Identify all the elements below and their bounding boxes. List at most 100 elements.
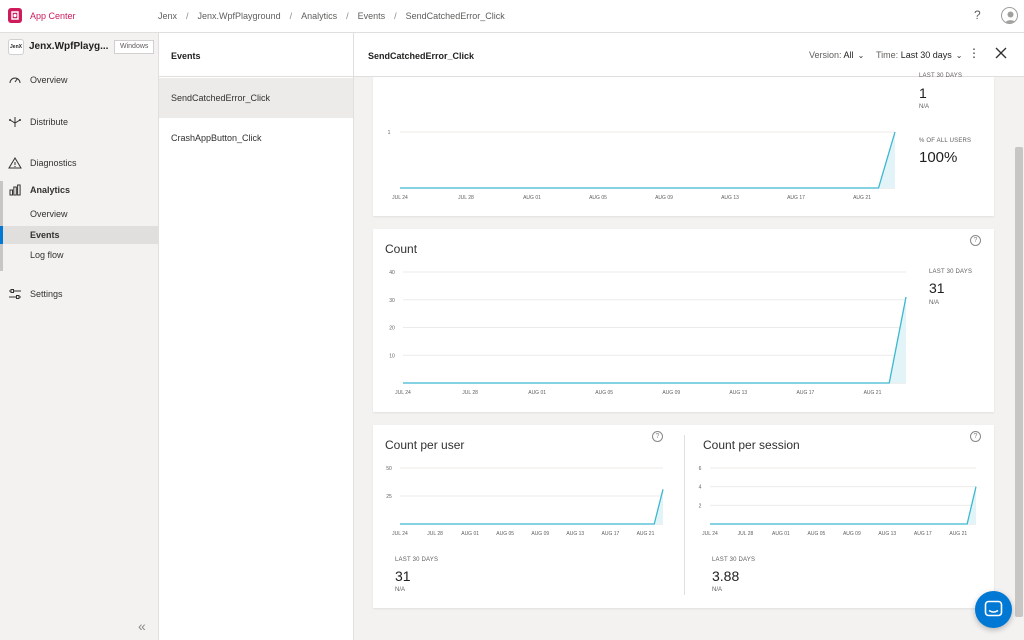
close-icon[interactable] xyxy=(994,46,1008,60)
event-list-item[interactable]: SendCatchedError_Click xyxy=(159,78,353,118)
y-tick-label: 1 xyxy=(388,130,391,136)
sidebar-item-overview[interactable]: Overview xyxy=(0,70,158,90)
area-fill xyxy=(403,296,906,383)
help-icon[interactable]: ? xyxy=(974,8,981,22)
y-tick-label: 30 xyxy=(389,298,395,304)
chevron-down-icon: ⌄ xyxy=(955,51,963,60)
y-tick-label: 6 xyxy=(699,466,702,472)
breadcrumb-separator: / xyxy=(289,11,293,21)
sidebar-subitem-log-flow[interactable]: Log flow xyxy=(0,246,158,264)
per-session-stat-value: 3.88 xyxy=(712,568,740,584)
pct-users-label: % OF ALL USERS xyxy=(919,138,972,144)
card-divider xyxy=(684,435,685,595)
count-stat-value: 31 xyxy=(929,280,945,296)
detail-header: SendCatchedError_Click Version: All ⌄ Tim… xyxy=(354,33,1024,77)
event-name: SendCatchedError_Click xyxy=(171,93,271,103)
x-tick-label: AUG 01 xyxy=(772,531,790,537)
area-fill xyxy=(400,489,663,524)
sidebar-subitem-events[interactable]: Events xyxy=(0,226,158,244)
left-sidebar: JenX Jenx.WpfPlayg... Windows Overview D… xyxy=(0,33,159,640)
app-selector[interactable]: JenX Jenx.WpfPlayg... Windows xyxy=(8,38,155,58)
per-user-stat-label: LAST 30 DAYS xyxy=(395,557,439,563)
x-tick-label: AUG 13 xyxy=(721,195,739,201)
x-tick-label: JUL 28 xyxy=(458,195,474,201)
x-tick-label: AUG 09 xyxy=(655,195,673,201)
chat-button[interactable] xyxy=(975,591,1012,628)
time-filter-value: Last 30 days xyxy=(900,50,952,60)
series-line xyxy=(400,131,896,189)
events-panel-title: Events xyxy=(171,51,201,61)
breadcrumb-item[interactable]: Analytics xyxy=(301,11,337,21)
sidebar-item-label: Settings xyxy=(30,289,63,299)
overview-icon xyxy=(9,77,21,84)
users-card: 1 JUL 24 JUL 28 AUG 01 AUG 05 AUG 09 AUG 13 AUG… xyxy=(373,73,994,216)
breadcrumb: Jenx / Jenx.WpfPlayground / Analytics / Events… xyxy=(158,11,505,21)
events-panel-header: Events xyxy=(159,33,353,77)
avatar[interactable] xyxy=(1001,7,1018,24)
distribute-icon xyxy=(9,117,21,127)
x-tick-label: AUG 05 xyxy=(808,531,826,537)
x-tick-label: JUL 24 xyxy=(392,195,408,201)
time-filter[interactable]: Time: Last 30 days ⌄ xyxy=(876,50,962,60)
sidebar-item-analytics[interactable]: Analytics xyxy=(0,180,158,200)
sidebar-item-diagnostics[interactable]: Diagnostics xyxy=(0,153,158,173)
y-tick-label: 25 xyxy=(386,494,392,500)
breadcrumb-item[interactable]: Events xyxy=(358,11,386,21)
x-tick-label: AUG 13 xyxy=(878,531,896,537)
count-chart: 10 20 30 40 JUL 24 JUL 28 AUG 01 AUG 05 AUG 09 AU… xyxy=(389,270,907,396)
x-tick-label: JUL 24 xyxy=(392,531,408,537)
version-filter-value: All xyxy=(843,50,854,60)
breadcrumb-item[interactable]: Jenx xyxy=(158,11,177,21)
sidebar-item-label: Overview xyxy=(30,75,68,85)
event-name: CrashAppButton_Click xyxy=(171,133,262,143)
scrollbar-thumb[interactable] xyxy=(1015,147,1023,617)
more-options-icon[interactable]: ⋮ xyxy=(968,46,980,60)
events-list-panel: Events SendCatchedError_Click CrashAppBu… xyxy=(159,33,354,640)
x-tick-label: AUG 05 xyxy=(589,195,607,201)
event-list-item[interactable]: CrashAppButton_Click xyxy=(159,118,353,158)
users-stat-sub: N/A xyxy=(919,104,930,110)
per-session-stat-label: LAST 30 DAYS xyxy=(712,557,756,563)
series-line xyxy=(403,296,907,384)
sidebar-subitem-overview[interactable]: Overview xyxy=(0,205,158,223)
x-tick-label: AUG 21 xyxy=(864,390,882,396)
x-tick-label: JUL 24 xyxy=(395,390,411,396)
per-user-stat-sub: N/A xyxy=(395,587,406,593)
collapse-sidebar-icon[interactable]: « xyxy=(138,618,146,634)
y-tick-label: 40 xyxy=(389,270,395,276)
x-tick-label: AUG 17 xyxy=(602,531,620,537)
y-tick-label: 2 xyxy=(699,503,702,509)
per-user-chart: 25 50 JUL 24 JUL 28 AUG 01 AUG 05 AUG 09 AUG 13… xyxy=(386,466,664,537)
x-tick-label: AUG 01 xyxy=(461,531,479,537)
y-tick-label: 4 xyxy=(699,485,702,491)
app-icon: JenX xyxy=(8,39,24,55)
x-tick-label: AUG 05 xyxy=(496,531,514,537)
x-tick-label: AUG 13 xyxy=(729,390,747,396)
sidebar-item-distribute[interactable]: Distribute xyxy=(0,112,158,132)
y-tick-label: 50 xyxy=(386,466,392,472)
x-tick-label: AUG 05 xyxy=(595,390,613,396)
breadcrumb-separator: / xyxy=(186,11,189,21)
sidebar-subitem-label: Overview xyxy=(30,209,68,219)
x-tick-label: AUG 21 xyxy=(853,195,871,201)
users-chart: 1 JUL 24 JUL 28 AUG 01 AUG 05 AUG 09 AUG 13 AUG… xyxy=(388,130,896,201)
x-tick-label: AUG 01 xyxy=(523,195,541,201)
bar-chart-icon xyxy=(9,184,21,196)
count-stat-label: LAST 30 DAYS xyxy=(929,269,973,275)
count-stat-sub: N/A xyxy=(929,300,940,306)
y-tick-label: 20 xyxy=(389,326,395,332)
time-filter-label: Time: xyxy=(876,50,899,60)
breadcrumb-current: SendCatchedError_Click xyxy=(405,11,505,21)
users-stat-value: 1 xyxy=(919,85,927,101)
app-center-logo-icon[interactable] xyxy=(8,8,22,23)
top-bar: App Center Jenx / Jenx.WpfPlayground / Analy… xyxy=(0,0,1024,33)
x-tick-label: AUG 13 xyxy=(566,531,584,537)
per-session-stat-sub: N/A xyxy=(712,587,723,593)
sidebar-item-settings[interactable]: Settings xyxy=(0,284,158,304)
brand-name[interactable]: App Center xyxy=(30,11,76,21)
y-tick-label: 10 xyxy=(389,353,395,359)
version-filter[interactable]: Version: All ⌄ xyxy=(809,50,864,60)
x-tick-label: JUL 28 xyxy=(427,531,443,537)
breadcrumb-item[interactable]: Jenx.WpfPlayground xyxy=(198,11,281,21)
x-tick-label: JUL 28 xyxy=(462,390,478,396)
